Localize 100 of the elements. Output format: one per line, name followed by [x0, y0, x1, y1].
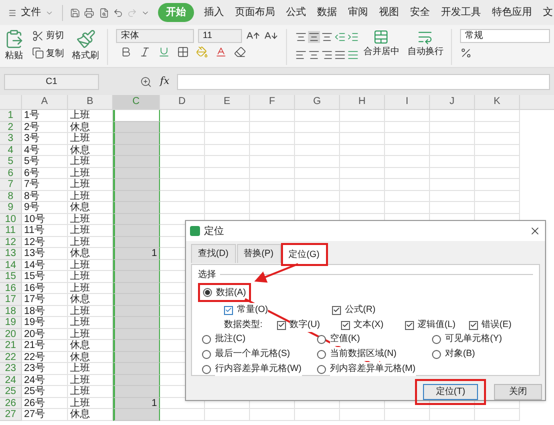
- menu-tab[interactable]: 审阅: [347, 5, 369, 20]
- menu-tab[interactable]: 数据: [316, 5, 338, 20]
- copy-button[interactable]: 复制: [46, 46, 64, 60]
- align-bottom-icon[interactable]: [320, 31, 333, 43]
- font-color-icon[interactable]: [214, 46, 227, 58]
- justify-icon[interactable]: [334, 49, 346, 61]
- row-header[interactable]: 12: [0, 236, 22, 248]
- menu-tab[interactable]: 公式: [285, 5, 307, 20]
- zoom-icon[interactable]: [140, 76, 152, 88]
- row-header[interactable]: 2: [0, 122, 22, 133]
- radio-button[interactable]: [202, 334, 211, 344]
- column-header[interactable]: F: [250, 95, 295, 109]
- menu-tab[interactable]: 文: [542, 5, 554, 20]
- cut-icon[interactable]: [32, 30, 44, 42]
- merge-icon[interactable]: [373, 29, 390, 45]
- row-header[interactable]: 8: [0, 190, 22, 202]
- column-header[interactable]: E: [205, 95, 250, 109]
- menu-tab[interactable]: 特色应用: [491, 5, 533, 20]
- checkbox[interactable]: [404, 320, 414, 330]
- radio-button[interactable]: [202, 350, 211, 358]
- align-top-icon[interactable]: [294, 31, 307, 43]
- radio-button[interactable]: [202, 364, 211, 374]
- fill-color-icon[interactable]: [196, 46, 208, 58]
- checkbox[interactable]: [340, 320, 350, 330]
- dialog-tab[interactable]: 替换(P): [236, 244, 280, 263]
- row-header[interactable]: 5: [0, 156, 22, 168]
- menu-tab[interactable]: 安全: [409, 5, 431, 20]
- name-box[interactable]: C1: [4, 74, 99, 90]
- eraser-icon[interactable]: [234, 46, 246, 58]
- row-header[interactable]: 16: [0, 282, 22, 294]
- underline-icon[interactable]: [158, 46, 170, 58]
- row-header[interactable]: 9: [0, 202, 22, 214]
- row-header[interactable]: 19: [0, 317, 22, 328]
- row-header[interactable]: 27: [0, 409, 22, 420]
- row-header[interactable]: 24: [0, 374, 22, 386]
- preview-icon[interactable]: [98, 6, 109, 20]
- checkbox[interactable]: [332, 306, 341, 314]
- column-header[interactable]: J: [430, 95, 475, 109]
- row-header[interactable]: 21: [0, 340, 22, 352]
- row-header[interactable]: 6: [0, 168, 22, 179]
- paste-icon[interactable]: [4, 29, 24, 49]
- row-header[interactable]: 23: [0, 363, 22, 374]
- row-header[interactable]: 25: [0, 386, 22, 398]
- checkbox[interactable]: [468, 320, 478, 330]
- dialog-tab[interactable]: 查找(D): [191, 244, 236, 263]
- column-header[interactable]: D: [160, 95, 205, 109]
- menu-tab[interactable]: 开发工具: [440, 5, 482, 20]
- copy-icon[interactable]: [32, 47, 44, 60]
- locate-button[interactable]: 定位(T): [423, 384, 478, 400]
- row-header[interactable]: 10: [0, 214, 22, 225]
- align-center-icon[interactable]: [308, 49, 320, 61]
- brush-icon[interactable]: [76, 29, 96, 49]
- file-menu[interactable]: 文件: [20, 5, 41, 20]
- radio-button[interactable]: [317, 364, 326, 374]
- menu-tab[interactable]: 视图: [378, 5, 400, 20]
- column-header[interactable]: I: [385, 95, 430, 109]
- column-header[interactable]: G: [295, 95, 340, 109]
- font-field[interactable]: 宋体: [116, 29, 194, 43]
- border-icon[interactable]: [176, 46, 189, 58]
- percent-icon[interactable]: [460, 47, 472, 59]
- wrap-text-button[interactable]: 自动换行: [407, 45, 444, 58]
- column-header[interactable]: H: [340, 95, 385, 109]
- radio-button[interactable]: [203, 288, 212, 297]
- menu-tab[interactable]: 插入: [203, 5, 225, 20]
- row-header[interactable]: 7: [0, 179, 22, 190]
- align-right-icon[interactable]: [320, 49, 333, 61]
- format-painter-button[interactable]: 格式刷: [72, 49, 99, 62]
- checkbox[interactable]: [224, 306, 233, 314]
- radio-button[interactable]: [317, 350, 326, 358]
- close-icon[interactable]: [529, 225, 541, 237]
- row-header[interactable]: 17: [0, 294, 22, 306]
- align-left-icon[interactable]: [294, 49, 307, 61]
- row-header[interactable]: 18: [0, 306, 22, 317]
- align-middle-icon[interactable]: [308, 31, 320, 43]
- italic-icon[interactable]: [138, 46, 151, 58]
- bold-icon[interactable]: [120, 46, 132, 58]
- column-header[interactable]: A: [22, 95, 68, 109]
- row-header[interactable]: 14: [0, 260, 22, 271]
- row-header[interactable]: 20: [0, 328, 22, 340]
- formula-field[interactable]: [177, 74, 550, 90]
- row-header[interactable]: 13: [0, 248, 22, 260]
- radio-button[interactable]: [317, 334, 326, 344]
- row-header[interactable]: 3: [0, 133, 22, 144]
- print-icon[interactable]: [84, 6, 95, 20]
- radio-button[interactable]: [432, 334, 441, 344]
- dialog-tab[interactable]: 定位(G): [282, 244, 326, 265]
- row-header[interactable]: 1: [0, 110, 22, 122]
- row-header[interactable]: 11: [0, 225, 22, 236]
- close-button[interactable]: 关闭: [494, 384, 542, 400]
- row-header[interactable]: 26: [0, 398, 22, 409]
- checkbox[interactable]: [276, 320, 286, 330]
- merge-center-button[interactable]: 合并居中: [363, 45, 400, 58]
- menu-tab[interactable]: 页面布局: [234, 5, 276, 20]
- cut-button[interactable]: 剪切: [46, 29, 64, 42]
- column-header[interactable]: K: [475, 95, 520, 109]
- font-size-field[interactable]: 11: [198, 29, 242, 43]
- radio-button[interactable]: [432, 350, 441, 358]
- row-header[interactable]: 22: [0, 352, 22, 363]
- number-format-field[interactable]: 常规: [460, 29, 550, 43]
- row-header[interactable]: 4: [0, 144, 22, 156]
